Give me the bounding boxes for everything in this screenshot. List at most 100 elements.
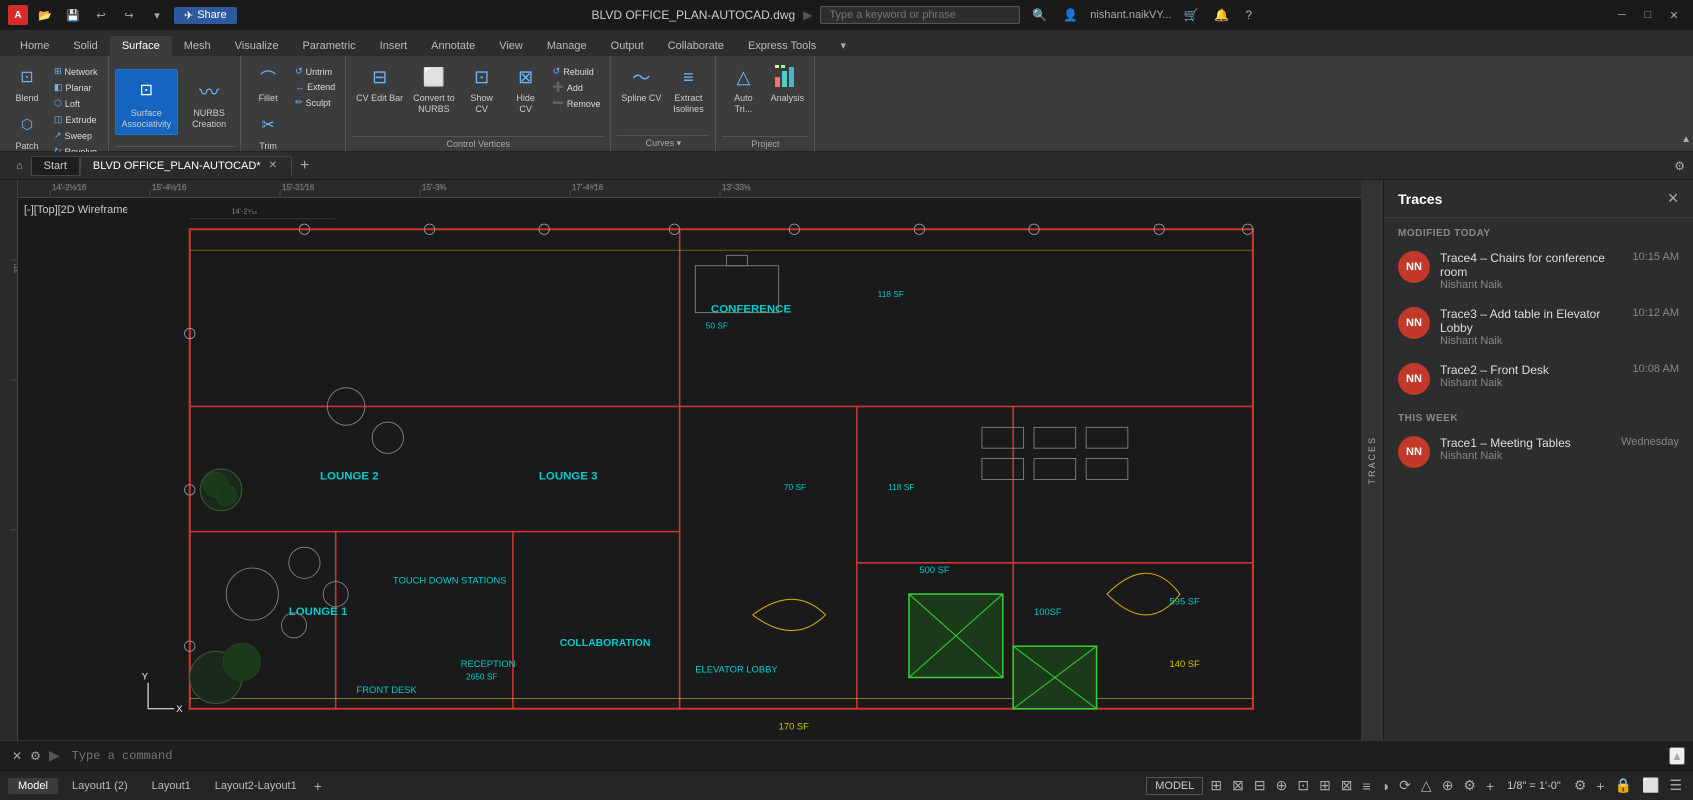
object-snap-btn[interactable]: ⊡ [1294,775,1312,796]
settings-gear-btn[interactable]: ⚙ [1460,775,1479,796]
dynamic-ucs-btn[interactable]: ⊕ [1439,775,1457,796]
loft-btn[interactable]: ⬡ Loft [50,96,102,111]
trace-item-2[interactable]: NN Trace2 – Front Desk Nishant Naik 10:0… [1384,355,1693,403]
save-btn[interactable]: 💾 [62,4,84,26]
new-layout-btn[interactable]: + [311,776,325,796]
tab-insert[interactable]: Insert [368,36,420,56]
sweep-btn[interactable]: ↗ Sweep [50,128,102,143]
redo-btn[interactable]: ↪ [118,4,140,26]
tab-blvd-office[interactable]: BLVD OFFICE_PLAN-AUTOCAD* ✕ [80,156,292,176]
polar-tracking-btn[interactable]: ⊕ [1273,775,1291,796]
remove-cv-btn[interactable]: ➖ Remove [549,96,605,111]
command-area: ✕ ⚙ ▶ ▲ [0,740,1693,770]
more-options-btn[interactable]: ☰ [1666,775,1685,796]
planar-btn[interactable]: ◧ Planar [50,80,102,95]
share-button[interactable]: ✈ Share [174,7,237,24]
dynamic-input-btn[interactable]: ⊠ [1338,775,1356,796]
trace-item-4[interactable]: NN Trace4 – Chairs for conference room N… [1384,243,1693,299]
open-file-btn[interactable]: 📂 [34,4,56,26]
dropdown-arrow[interactable]: ▾ [146,4,168,26]
spline-cv-btn[interactable]: 〜 Spline CV [617,60,665,107]
transparency-btn[interactable]: ◑ [1378,776,1392,796]
trace-item-3[interactable]: NN Trace3 – Add table in Elevator Lobby … [1384,299,1693,355]
user-account-btn[interactable]: 👤 [1059,6,1082,24]
close-button[interactable]: ✕ [1663,4,1685,26]
tab-solid[interactable]: Solid [61,36,109,56]
undo-btn[interactable]: ↩ [90,4,112,26]
sculpt-btn[interactable]: ✏ Sculpt [291,95,339,110]
tab-view[interactable]: View [487,36,535,56]
cart-btn[interactable]: 🛒 [1179,6,1202,24]
object-track-btn[interactable]: ⊞ [1316,775,1334,796]
hide-cv-icon: ⊠ [512,63,540,91]
extrude-btn[interactable]: ◫ Extrude [50,112,102,127]
minimize-button[interactable]: ─ [1611,4,1633,26]
lineweight-btn[interactable]: ≡ [1360,776,1374,796]
notification-btn[interactable]: 🔔 [1210,6,1233,24]
untrim-btn[interactable]: ↺ Untrim [291,64,339,79]
home-tab-btn[interactable]: ⌂ [8,158,31,174]
tab-settings-btn[interactable]: ⚙ [1674,159,1685,173]
tab-manage[interactable]: Manage [535,36,599,56]
traces-close-btn[interactable]: ✕ [1667,190,1679,207]
help-btn[interactable]: ? [1241,6,1256,24]
traces-side-tab[interactable]: TRACES [1361,180,1383,740]
tab-output[interactable]: Output [599,36,656,56]
viewport-lock-btn[interactable]: 🔒 [1612,775,1635,796]
cmd-close-btn[interactable]: ✕ [8,747,26,765]
zoom-btn[interactable]: + [1593,776,1607,796]
fillet-btn[interactable]: ⌒ Fillet [247,60,289,107]
ortho-mode-btn[interactable]: ⊟ [1251,775,1269,796]
auto-tri-btn[interactable]: △ AutoTri... [722,60,764,118]
layout-view-btn[interactable]: ⬜ [1639,775,1662,796]
tab-mesh[interactable]: Mesh [172,36,223,56]
extract-isolines-btn[interactable]: ≡ ExtractIsolines [667,60,709,118]
tab-annotate[interactable]: Annotate [419,36,487,56]
status-tab-model[interactable]: Model [8,778,58,794]
tab-home[interactable]: Home [8,36,61,56]
add-status-btn[interactable]: + [1483,776,1497,796]
maximize-button[interactable]: □ [1637,4,1659,26]
status-tab-layout1[interactable]: Layout1 [142,778,201,794]
patch-btn[interactable]: ⬡ Patch [6,108,48,155]
selection-cycling-btn[interactable]: ⟳ [1396,775,1414,796]
snap-mode-btn[interactable]: ⊠ [1229,775,1247,796]
tab-start[interactable]: Start [31,156,80,176]
analysis-btn[interactable]: Analysis [766,60,808,107]
cv-edit-bar-btn[interactable]: ⊟ CV Edit Bar [352,60,407,107]
blend-btn[interactable]: ⊡ Blend [6,60,48,107]
grid-display-btn[interactable]: ⊞ [1207,775,1225,796]
show-cv-btn[interactable]: ⊡ ShowCV [461,60,503,118]
tab-parametric[interactable]: Parametric [290,36,367,56]
viewport-settings-btn[interactable]: ⚙ [1571,775,1590,796]
hide-cv-btn[interactable]: ⊠ HideCV [505,60,547,118]
ribbon-collapse-btn[interactable]: ▲ [1679,132,1693,147]
cmd-settings-btn[interactable]: ⚙ [26,747,45,765]
model-space-btn[interactable]: MODEL [1146,777,1203,795]
trim-btn[interactable]: ✂ Trim [247,108,289,155]
3d-snap-btn[interactable]: △ [1418,775,1435,796]
scale-label[interactable]: 1/8" = 1'-0" [1501,778,1567,794]
network-btn[interactable]: ⊞ Network [50,64,102,79]
rebuild-btn[interactable]: ↺ Rebuild [549,64,605,79]
cad-canvas[interactable]: 14'-2½⁄16 15'-4½⁄16 15'-31⁄16 15'-3¾ 17'… [0,180,1383,740]
tab-surface[interactable]: Surface [110,36,172,56]
add-cv-btn[interactable]: ➕ Add [549,80,605,95]
tab-visualize[interactable]: Visualize [223,36,291,56]
search-button[interactable]: 🔍 [1028,6,1051,24]
close-doc-tab-btn[interactable]: ✕ [267,160,279,171]
new-tab-btn[interactable]: + [292,155,317,177]
status-tab-layout1-2[interactable]: Layout1 (2) [62,778,138,794]
trace-item-1[interactable]: NN Trace1 – Meeting Tables Nishant Naik … [1384,428,1693,476]
tab-express-tools[interactable]: Express Tools [736,36,828,56]
ribbon-overflow-btn[interactable]: ▾ [832,34,854,56]
tab-collaborate[interactable]: Collaborate [656,36,736,56]
nurbs-creation-btn[interactable]: 〰 NURBSCreation [184,70,234,134]
surface-associativity-btn[interactable]: ⊡ SurfaceAssociativity [115,69,179,135]
convert-nurbs-btn[interactable]: ⬜ Convert toNURBS [409,60,459,118]
extend-btn[interactable]: ↔ Extend [291,80,339,94]
search-input[interactable] [820,6,1020,24]
cmd-scroll-up-btn[interactable]: ▲ [1669,747,1685,765]
status-tab-layout2[interactable]: Layout2-Layout1 [205,778,307,794]
command-input[interactable] [64,749,1670,763]
